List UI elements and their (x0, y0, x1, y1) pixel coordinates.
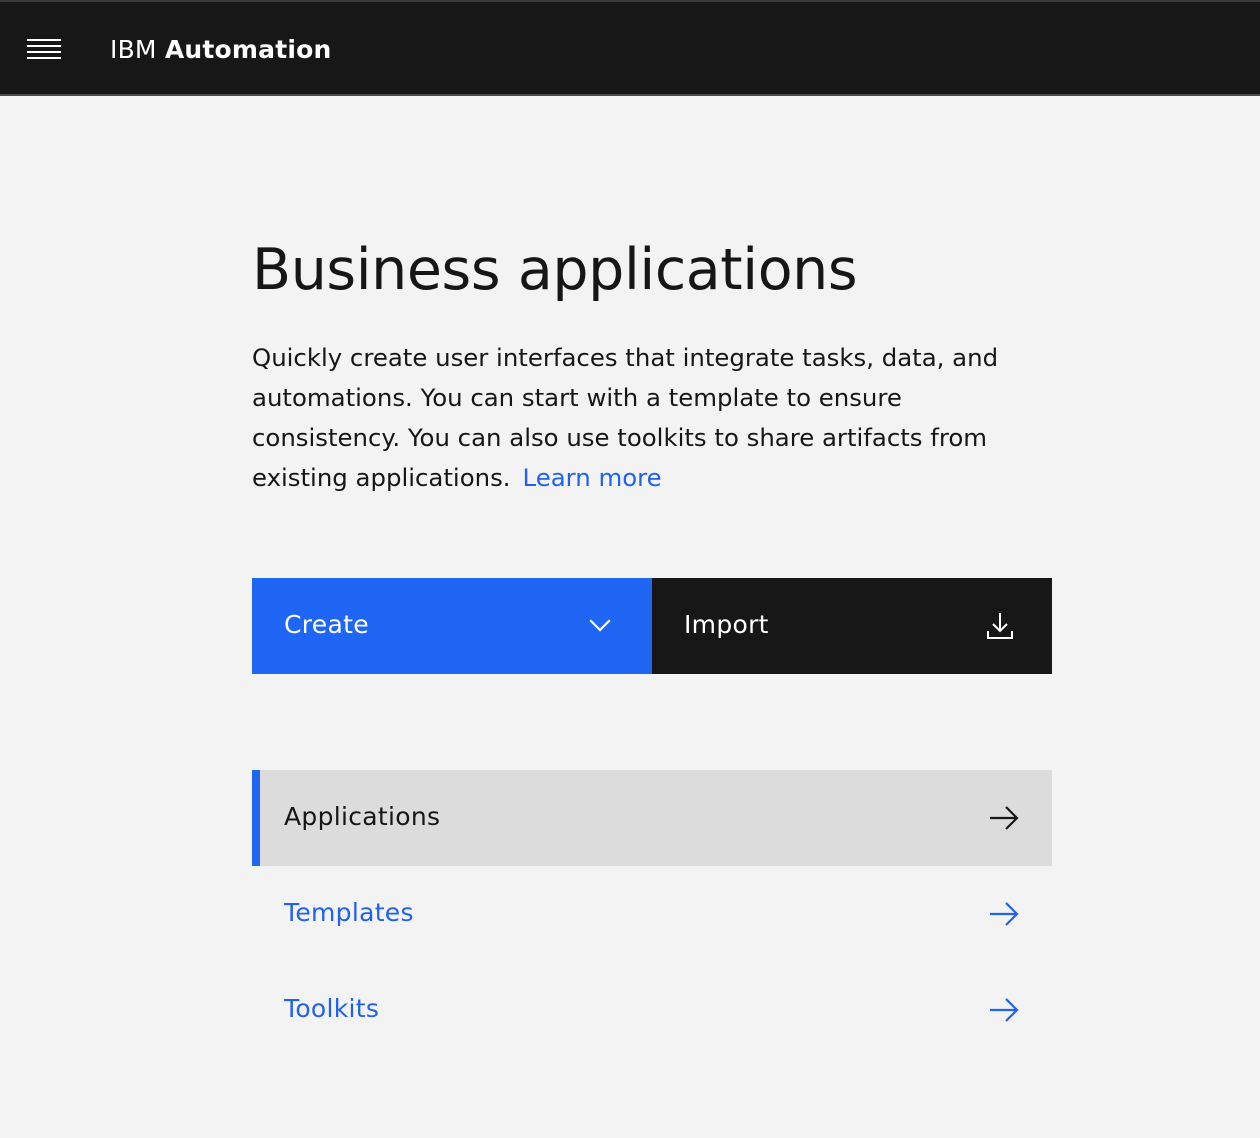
business-app-nav: Applications Templates Toolkits (252, 770, 1052, 1058)
nav-item-toolkits[interactable]: Toolkits (252, 962, 1052, 1058)
create-button[interactable]: Create (252, 578, 652, 674)
chevron-down-icon (589, 619, 611, 632)
learn-more-link[interactable]: Learn more (523, 463, 662, 492)
nav-item-applications[interactable]: Applications (252, 770, 1052, 866)
nav-item-label: Templates (284, 898, 414, 927)
page-description: Quickly create user interfaces that inte… (252, 338, 1052, 498)
arrow-right-icon (990, 998, 1019, 1022)
nav-item-label: Toolkits (284, 994, 380, 1023)
page-title: Business applications (252, 237, 858, 303)
import-button[interactable]: Import (652, 578, 1052, 674)
arrow-right-icon (990, 902, 1019, 926)
arrow-right-icon (990, 806, 1019, 830)
brand-name: Automation (164, 35, 332, 64)
hamburger-menu-button[interactable] (17, 23, 71, 77)
create-button-label: Create (284, 610, 369, 639)
brand-prefix: IBM (110, 35, 157, 64)
nav-item-label: Applications (284, 802, 441, 831)
product-brand[interactable]: IBM Automation (110, 33, 332, 67)
import-button-label: Import (684, 610, 769, 639)
top-header: IBM Automation (0, 0, 1260, 96)
download-icon (987, 613, 1013, 639)
action-buttons: Create Import (252, 578, 1052, 674)
hamburger-menu-icon (27, 39, 61, 59)
nav-item-templates[interactable]: Templates (252, 866, 1052, 962)
